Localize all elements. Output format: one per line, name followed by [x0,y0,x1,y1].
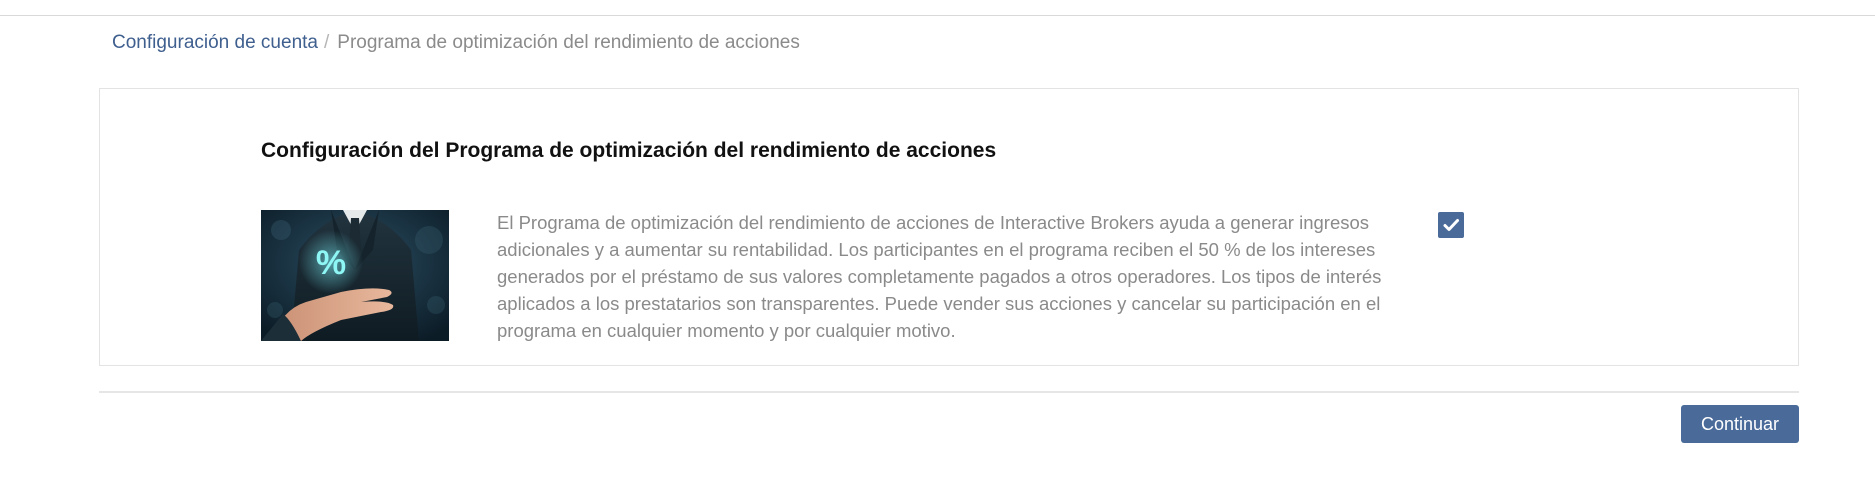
footer-divider [99,391,1799,393]
percent-symbol: % [316,244,346,282]
top-divider [0,15,1875,16]
breadcrumb-account-settings-link[interactable]: Configuración de cuenta [112,32,318,53]
continue-button[interactable]: Continuar [1681,405,1799,443]
checkmark-icon [1443,219,1459,231]
program-description: El Programa de optimización del rendimie… [497,212,1382,341]
breadcrumb-separator: / [323,32,330,53]
breadcrumb: Configuración de cuenta / Programa de opti… [112,30,800,56]
program-settings-card: Configuración del Programa de optimizaci… [99,88,1799,366]
hand-holding-percent-image: % [261,210,449,341]
program-opt-in-checkbox[interactable] [1438,212,1464,238]
breadcrumb-current: Programa de optimización del rendimiento… [337,32,800,53]
card-title: Configuración del Programa de optimizaci… [261,139,997,162]
